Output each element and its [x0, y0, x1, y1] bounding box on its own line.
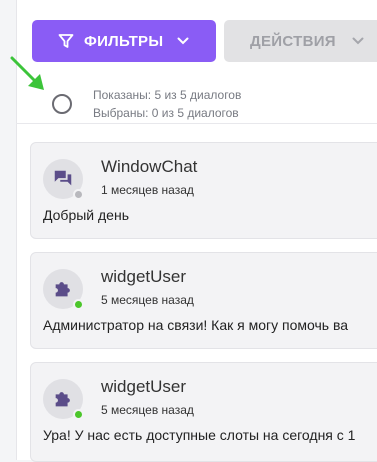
filters-button-label: ФИЛЬТРЫ	[84, 32, 164, 50]
filters-button[interactable]: ФИЛЬТРЫ	[32, 20, 216, 62]
dialog-name: widgetUser	[101, 377, 187, 396]
select-all-radio[interactable]	[52, 94, 72, 114]
filter-icon	[58, 34, 74, 48]
dialog-message: Добрый день	[43, 207, 129, 223]
pointer-arrow-icon	[10, 56, 44, 90]
actions-button[interactable]: ДЕЙСТВИЯ	[224, 20, 377, 62]
dialog-name: widgetUser	[101, 267, 187, 286]
shown-count: Показаны: 5 из 5 диалогов	[93, 88, 242, 102]
selection-bar: Показаны: 5 из 5 диалогов Выбраны: 0 из …	[16, 80, 377, 124]
avatar	[43, 269, 84, 310]
dialog-name: WindowChat	[101, 157, 198, 176]
chevron-down-icon	[177, 37, 189, 45]
dialog-time: 5 месяцев назад	[101, 403, 194, 417]
dialog-card[interactable]: WindowChat 1 месяцев назад Добрый день	[30, 142, 377, 239]
status-dot-offline	[73, 189, 84, 200]
chat-icon	[54, 170, 72, 186]
status-dot-online	[73, 299, 84, 310]
selection-stats: Показаны: 5 из 5 диалогов Выбраны: 0 из …	[93, 86, 241, 122]
dialog-time: 5 месяцев назад	[101, 293, 194, 307]
actions-button-label: ДЕЙСТВИЯ	[250, 32, 336, 50]
status-dot-online	[73, 409, 84, 420]
dialog-message: Администратор на связи! Как я могу помоч…	[43, 317, 349, 333]
chevron-down-icon	[352, 37, 364, 45]
puzzle-icon	[55, 392, 70, 407]
puzzle-icon	[55, 282, 70, 297]
dialog-time: 1 месяцев назад	[101, 183, 194, 197]
dialog-card[interactable]: widgetUser 5 месяцев назад Администратор…	[30, 252, 377, 349]
dialog-card[interactable]: widgetUser 5 месяцев назад Ура! У нас ес…	[30, 362, 377, 462]
toolbar: ФИЛЬТРЫ ДЕЙСТВИЯ	[16, 20, 377, 63]
avatar	[43, 379, 84, 420]
avatar	[43, 159, 84, 200]
dialog-message: Ура! У нас есть доступные слоты на сегод…	[43, 427, 356, 443]
selected-count: Выбраны: 0 из 5 диалогов	[93, 106, 239, 120]
